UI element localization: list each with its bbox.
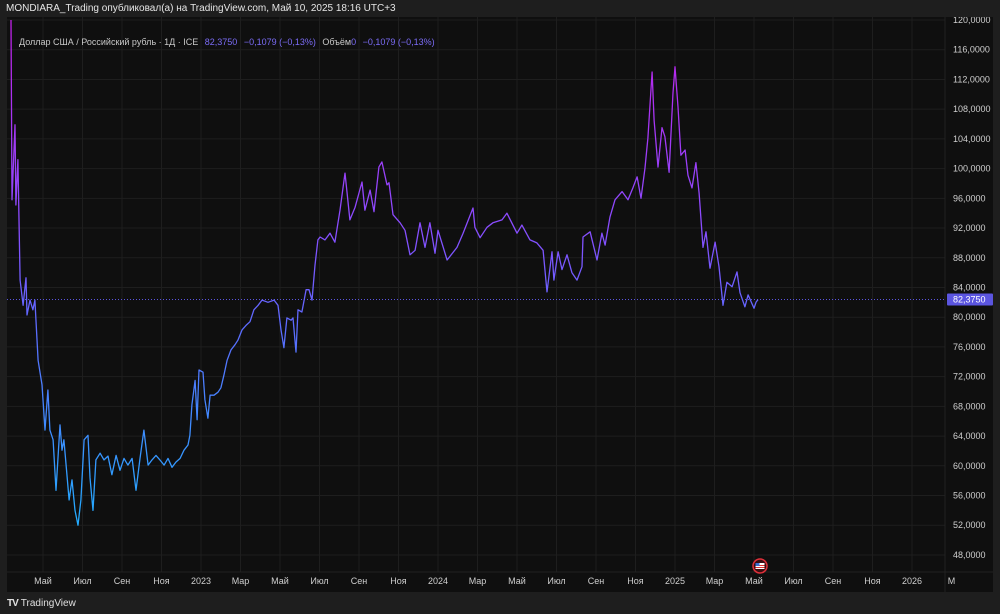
last-price-label: 82,3750: [947, 293, 993, 306]
y-tick-label: 80,0000: [953, 312, 986, 322]
x-tick-label: Май: [271, 576, 289, 586]
symbol-title[interactable]: Доллар США / Российский рубль · 1Д · ICE: [19, 37, 198, 47]
x-tick-label: Сен: [825, 576, 842, 586]
volume-value: 0: [351, 37, 357, 47]
x-tick-label: Сен: [351, 576, 368, 586]
grid: [7, 17, 993, 592]
x-tick-label: Май: [508, 576, 526, 586]
volume-label: Объём: [322, 37, 352, 47]
x-tick-label: 2023: [191, 576, 211, 586]
x-tick-label: Сен: [114, 576, 131, 586]
y-tick-label: 104,0000: [953, 134, 991, 144]
y-tick-label: 76,0000: [953, 342, 986, 352]
brand-name: TradingView: [20, 598, 76, 609]
y-tick-label: 52,0000: [953, 520, 986, 530]
tradingview-logo-icon: TV: [7, 598, 19, 609]
x-tick-label: Май: [745, 576, 763, 586]
y-tick-label: 48,0000: [953, 550, 986, 560]
y-tick-label: 116,0000: [953, 45, 990, 55]
last-price-text: 82,3750: [953, 295, 986, 305]
y-tick-label: 72,0000: [953, 372, 986, 382]
y-tick-label: 100,0000: [953, 164, 991, 174]
footer: TV TradingView: [0, 592, 1000, 614]
price-line: [10, 19, 759, 526]
chart-panel[interactable]: 48,0000 52,0000 56,0000 60,0000 64,0000 68,00…: [7, 17, 993, 592]
x-tick-label: Ноя: [864, 576, 881, 586]
x-tick-label: 2024: [428, 576, 448, 586]
us-flag-event-icon[interactable]: [752, 558, 768, 574]
volume-change: −0,1079 (−0,13%): [362, 37, 435, 47]
x-tick-label: Май: [34, 576, 52, 586]
x-tick-label: Ноя: [390, 576, 407, 586]
x-tick-label: Июл: [73, 576, 91, 586]
x-tick-label: 2025: [665, 576, 685, 586]
y-tick-label: 120,0000: [953, 17, 991, 25]
x-tick-label: М: [948, 576, 956, 586]
x-tick-label: Мар: [232, 576, 250, 586]
y-tick-label: 60,0000: [953, 461, 986, 471]
price-chart[interactable]: 48,0000 52,0000 56,0000 60,0000 64,0000 68,00…: [7, 17, 993, 592]
y-tick-label: 84,0000: [953, 282, 986, 292]
x-tick-label: Июл: [310, 576, 328, 586]
x-tick-label: Ноя: [627, 576, 644, 586]
y-tick-label: 92,0000: [953, 223, 986, 233]
y-tick-label: 64,0000: [953, 431, 986, 441]
tradingview-logo[interactable]: TV TradingView: [7, 598, 76, 609]
y-tick-label: 68,0000: [953, 401, 986, 411]
y-tick-label: 112,0000: [953, 74, 990, 84]
y-tick-label: 96,0000: [953, 193, 986, 203]
x-tick-label: Мар: [706, 576, 724, 586]
legend-change: −0,1079 (−0,13%): [243, 37, 316, 47]
x-tick-label: Сен: [588, 576, 605, 586]
x-tick-label: Июл: [547, 576, 565, 586]
y-tick-label: 56,0000: [953, 491, 986, 501]
time-axis[interactable]: Май Июл Сен Ноя 2023 Мар Май Июл Сен Ноя 2024 Мар Ма…: [34, 576, 955, 586]
publish-header: MONDIARA_Trading опубликовал(а) на Tradi…: [6, 3, 396, 14]
x-tick-label: Июл: [784, 576, 802, 586]
price-axis[interactable]: 48,0000 52,0000 56,0000 60,0000 64,0000 68,00…: [953, 17, 991, 560]
legend-price: 82,3750: [204, 37, 238, 47]
legend: Доллар США / Российский рубль · 1Д · ICE…: [19, 37, 435, 47]
x-tick-label: Ноя: [153, 576, 170, 586]
x-tick-label: 2026: [902, 576, 922, 586]
x-tick-label: Мар: [469, 576, 487, 586]
y-tick-label: 108,0000: [953, 104, 991, 114]
y-tick-label: 88,0000: [953, 253, 986, 263]
